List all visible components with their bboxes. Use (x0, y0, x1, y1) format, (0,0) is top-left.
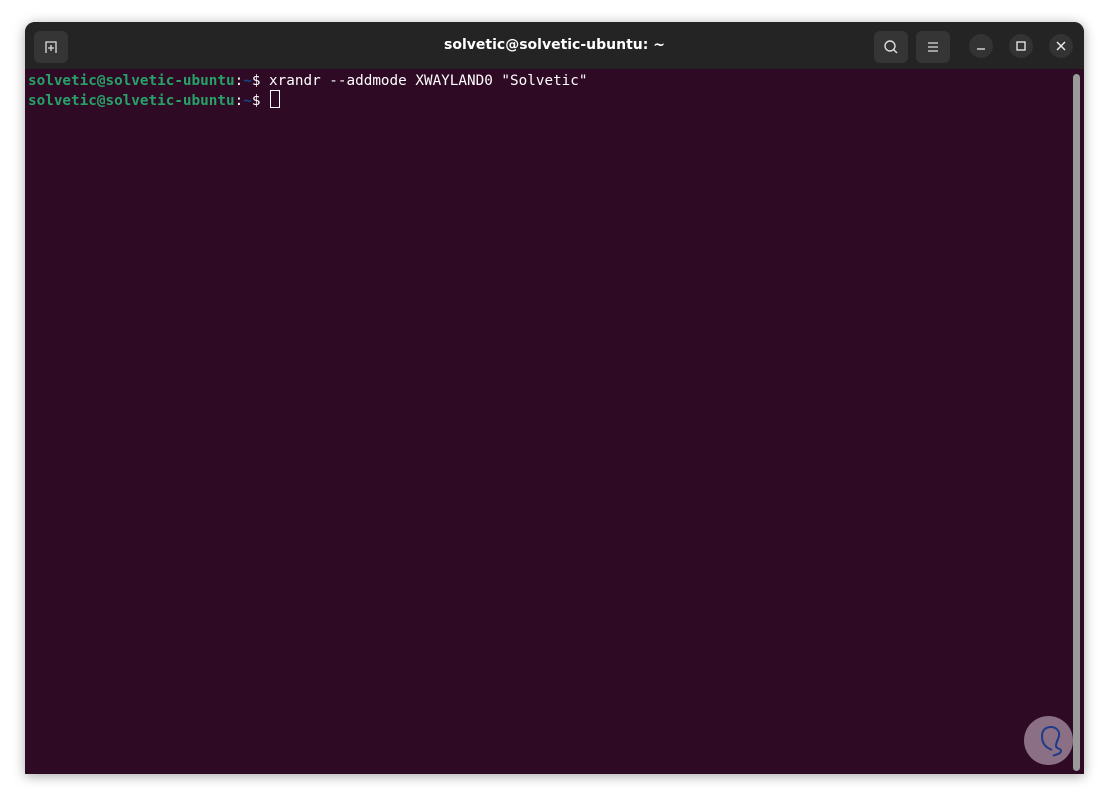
minimize-button[interactable] (969, 34, 993, 58)
terminal-output[interactable]: solvetic@solvetic-ubuntu:~$ xrandr --add… (28, 72, 588, 110)
scrollbar[interactable] (1073, 74, 1080, 771)
solvetic-logo-icon (1040, 725, 1063, 757)
minimize-icon (977, 48, 985, 50)
header-bar: solvetic@solvetic-ubuntu: ~ (25, 22, 1084, 69)
text-cursor (270, 90, 281, 108)
prompt-path: ~ (243, 73, 252, 89)
menu-button[interactable] (916, 31, 950, 63)
hamburger-icon (928, 42, 938, 52)
command-text: xrandr --addmode XWAYLAND0 "Solvetic" (269, 73, 588, 89)
terminal-line: solvetic@solvetic-ubuntu:~$ (28, 90, 588, 110)
prompt-separator: : (234, 93, 244, 109)
prompt-symbol: $ (251, 93, 270, 109)
search-button[interactable] (874, 31, 908, 63)
search-icon (884, 40, 898, 54)
prompt-path: ~ (243, 93, 252, 109)
prompt-user: solvetic@solvetic-ubuntu (28, 93, 235, 109)
watermark-logo (1024, 716, 1073, 765)
maximize-icon (1016, 41, 1026, 51)
close-icon (1056, 41, 1066, 51)
prompt-separator: : (234, 73, 244, 89)
prompt-symbol: $ (251, 73, 270, 89)
prompt-user: solvetic@solvetic-ubuntu (28, 73, 235, 89)
terminal-window: solvetic@solvetic-ubuntu: ~ solvetic@sol… (25, 22, 1084, 774)
maximize-button[interactable] (1009, 34, 1033, 58)
close-button[interactable] (1049, 34, 1073, 58)
terminal-line: solvetic@solvetic-ubuntu:~$ xrandr --add… (28, 72, 588, 90)
